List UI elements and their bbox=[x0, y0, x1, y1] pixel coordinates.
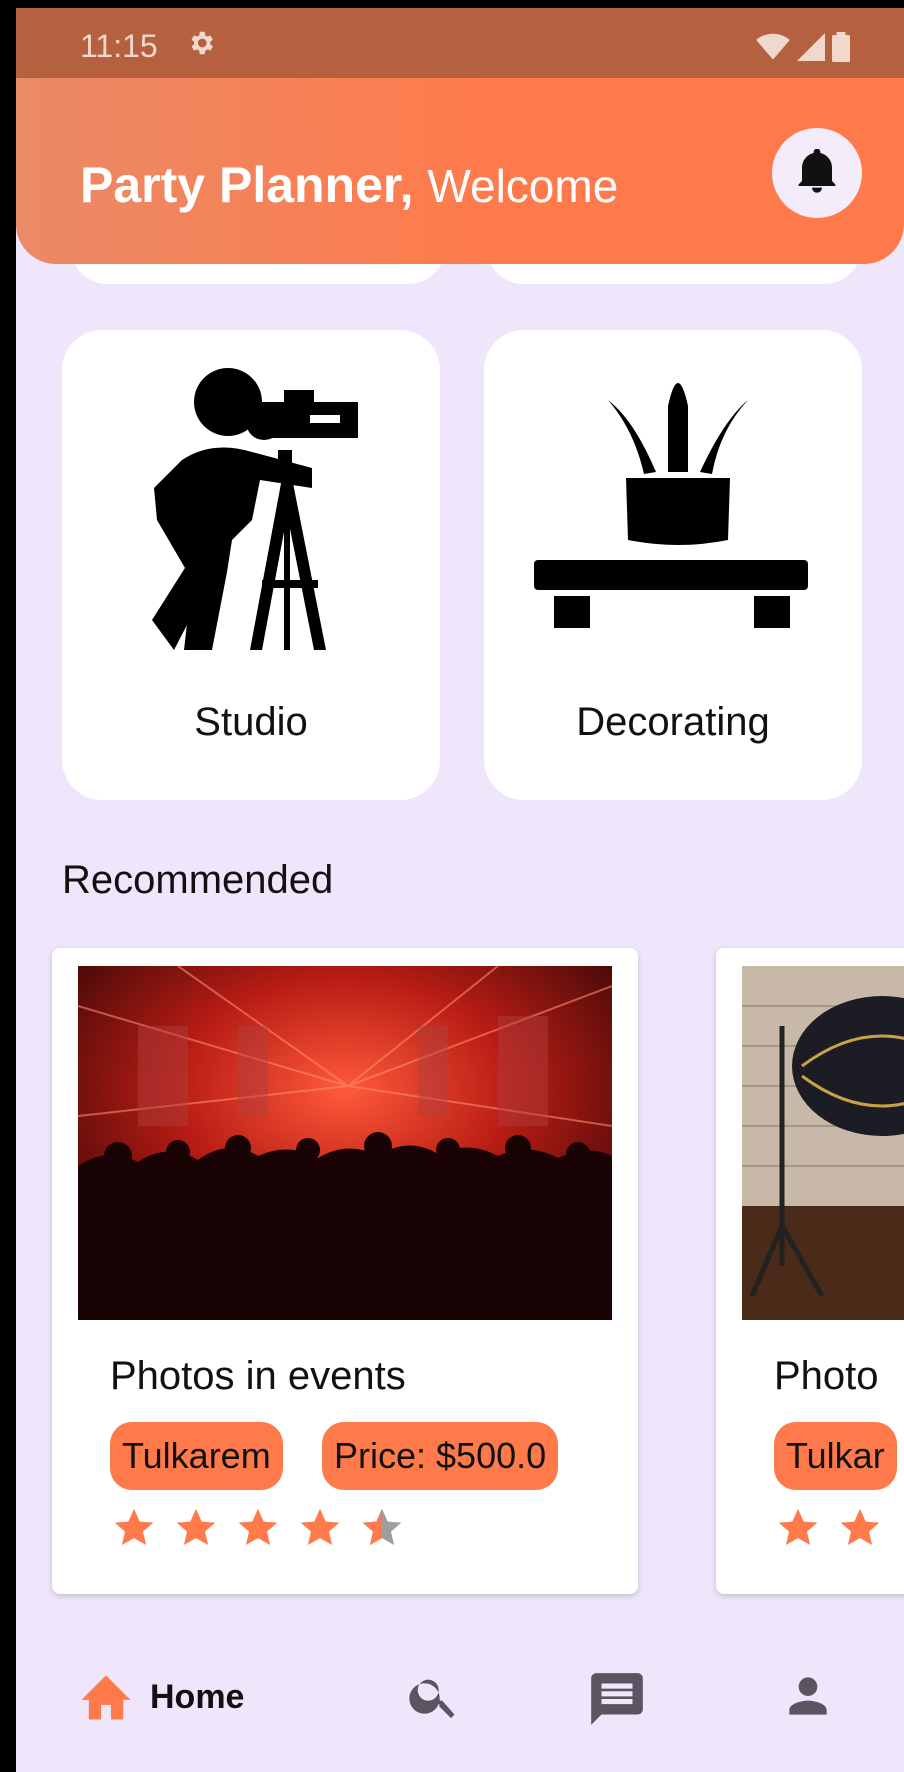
notification-button[interactable] bbox=[772, 128, 862, 218]
location-chip: Tulkarem bbox=[110, 1422, 283, 1490]
status-time: 11:15 bbox=[80, 28, 158, 64]
app-screen: 11:15 Party Planner, Welcome Studio Deco… bbox=[16, 8, 904, 1772]
studio-photo bbox=[742, 966, 904, 1320]
battery-icon bbox=[832, 32, 850, 67]
card-title: Photo bbox=[774, 1354, 879, 1398]
section-title: Recommended bbox=[62, 858, 334, 902]
star-icon bbox=[840, 1508, 880, 1546]
category-label: Studio bbox=[194, 700, 308, 744]
signal-icon bbox=[796, 33, 826, 66]
plant-shelf-icon bbox=[534, 383, 808, 628]
app-header: Party Planner, Welcome bbox=[16, 78, 904, 264]
bottom-navigation: Home bbox=[16, 1644, 904, 1772]
nav-label-home: Home bbox=[150, 1678, 245, 1716]
nav-item-messages[interactable] bbox=[586, 1668, 648, 1735]
star-rating bbox=[112, 1506, 404, 1550]
status-bar: 11:15 bbox=[16, 8, 904, 78]
star-rating bbox=[776, 1506, 882, 1550]
bell-icon bbox=[797, 148, 837, 198]
nav-item-home[interactable]: Home bbox=[76, 1668, 244, 1727]
star-half-icon bbox=[362, 1508, 402, 1546]
search-icon bbox=[406, 1668, 462, 1729]
star-icon bbox=[238, 1508, 278, 1546]
star-icon bbox=[300, 1508, 340, 1546]
category-card-studio[interactable]: Studio bbox=[62, 330, 440, 800]
photographer-icon bbox=[152, 368, 358, 650]
event-photo bbox=[78, 966, 612, 1320]
wifi-icon bbox=[756, 33, 790, 66]
star-icon bbox=[176, 1508, 216, 1546]
recommended-card[interactable]: Photos in events Tulkarem Price: $500.0 bbox=[52, 948, 638, 1594]
home-icon bbox=[76, 1668, 136, 1727]
category-card-decorating[interactable]: Decorating bbox=[484, 330, 862, 800]
price-chip: Price: $500.0 bbox=[322, 1422, 559, 1490]
profile-icon bbox=[780, 1668, 836, 1729]
page-title: Party Planner, Welcome bbox=[80, 156, 618, 214]
star-icon bbox=[778, 1508, 818, 1546]
card-title: Photos in events bbox=[110, 1354, 406, 1398]
gear-icon bbox=[186, 28, 216, 63]
chat-icon bbox=[586, 1668, 648, 1735]
location-chip: Tulkar bbox=[774, 1422, 897, 1490]
nav-item-profile[interactable] bbox=[780, 1668, 836, 1729]
recommended-card[interactable]: Photo Tulkar bbox=[716, 948, 904, 1594]
category-label: Decorating bbox=[576, 700, 770, 744]
nav-item-search[interactable] bbox=[406, 1668, 462, 1729]
star-icon bbox=[114, 1508, 154, 1546]
welcome-text: Welcome bbox=[427, 160, 619, 212]
brand-name: Party Planner, bbox=[80, 157, 414, 213]
